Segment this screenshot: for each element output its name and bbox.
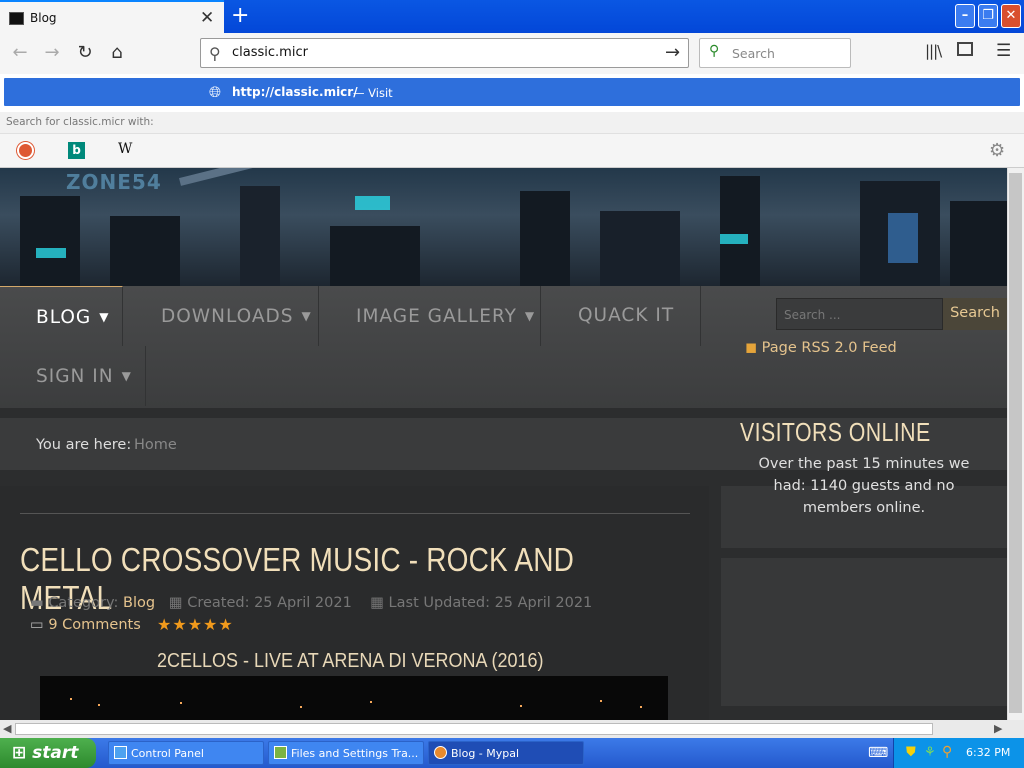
mypal-icon (434, 746, 447, 759)
breadcrumb-label: You are here: (36, 437, 132, 453)
article-meta: ▬ Category: Blog ▦ Created: 25 April 202… (30, 595, 592, 611)
suggestion-action: — Visit (353, 86, 393, 100)
new-tab-icon[interactable]: + (231, 3, 249, 29)
window-maximize-button[interactable]: ❐ (978, 4, 998, 28)
search-bar[interactable]: ⚲ Search (699, 38, 851, 68)
home-icon[interactable]: ⌂ (103, 39, 131, 67)
one-off-search-engines: b W ⚙ (0, 134, 1024, 168)
site-search-input[interactable]: Search ... (776, 298, 943, 330)
taskbar-item-blog-mypal[interactable]: Blog - Mypal (428, 741, 584, 765)
forward-icon[interactable]: → (38, 39, 66, 67)
search-placeholder: Search (732, 46, 775, 61)
menu-item-downloads[interactable]: DOWNLOADS ▼ (123, 286, 319, 346)
calendar-icon: ▦ (370, 595, 384, 611)
site-banner-image: ZONE54 (0, 168, 1007, 286)
menu-item-sign-in[interactable]: SIGN IN ▼ (0, 346, 146, 406)
breadcrumb-home-link[interactable]: Home (134, 437, 177, 453)
shield-icon[interactable]: ⛊ (906, 745, 916, 760)
bing-icon[interactable]: b (68, 142, 85, 159)
back-icon[interactable]: ← (6, 39, 34, 67)
tab-title: Blog (30, 11, 57, 25)
rss-icon: ◼ (745, 340, 758, 356)
windows-logo-icon: ⊞ (12, 743, 27, 763)
wikipedia-icon[interactable]: W (118, 141, 132, 157)
rss-feed-link[interactable]: ◼ Page RSS 2.0 Feed (745, 340, 897, 356)
rating-stars[interactable]: ★★★★★ (157, 615, 234, 634)
article-panel: CELLO CROSSOVER MUSIC - ROCK AND METAL ▬… (0, 486, 709, 720)
article-subtitle: 2CELLOS - LIVE AT ARENA DI VERONA (2016) (157, 650, 544, 672)
suggestion-url: http://classic.micr/ (232, 85, 358, 99)
vertical-scroll-thumb[interactable] (1009, 173, 1022, 713)
reload-icon[interactable]: ↻ (71, 39, 99, 67)
created-date: Created: 25 April 2021 (187, 595, 352, 611)
url-suggestion-row[interactable]: 🌐︎ http://classic.micr/ — Visit (4, 78, 1020, 106)
comment-icon: ▭ (30, 617, 44, 633)
calendar-icon: ▦ (168, 595, 183, 611)
files-transfer-icon (274, 746, 287, 759)
tab-close-icon[interactable]: ✕ (200, 8, 214, 28)
comments-link[interactable]: ▭ 9 Comments (30, 617, 141, 633)
divider (20, 513, 690, 514)
caret-down-icon: ▼ (99, 310, 110, 324)
library-icon[interactable]: |||\ (925, 42, 942, 60)
menu-item-quack-it[interactable]: QUACK IT (541, 286, 701, 346)
tab-favicon-icon (9, 12, 24, 25)
updated-date: Last Updated: 25 April 2021 (388, 595, 593, 611)
keyboard-icon[interactable]: ⌨ (868, 745, 888, 761)
search-for-row: Search for classic.micr with: (0, 112, 1024, 134)
tab-blog[interactable]: Blog ✕ (0, 0, 224, 33)
menu-item-image-gallery[interactable]: IMAGE GALLERY ▼ (319, 286, 541, 346)
scroll-left-icon[interactable]: ◀ (3, 722, 11, 735)
visitors-text: Over the past 15 minutes we had: 1140 gu… (758, 456, 970, 516)
go-arrow-icon[interactable]: → (665, 42, 680, 63)
search-settings-gear-icon[interactable]: ⚙ (989, 140, 1005, 161)
category-label: Category: (48, 595, 119, 611)
folder-icon: ▬ (30, 595, 44, 611)
search-engine-icon: ⚲ (709, 43, 720, 59)
control-panel-icon (114, 746, 127, 759)
caret-down-icon: ▼ (121, 369, 132, 383)
category-link[interactable]: Blog (123, 595, 155, 611)
search-tray-icon[interactable]: ⚲ (942, 744, 952, 760)
visitors-title: VISITORS ONLINE (740, 417, 931, 447)
caret-down-icon: ▼ (524, 309, 536, 323)
globe-icon: 🌐︎ (209, 83, 222, 101)
scroll-right-icon[interactable]: ▶ (994, 722, 1002, 735)
duckduckgo-icon[interactable] (17, 142, 34, 159)
address-input[interactable]: classic.micr (232, 45, 308, 60)
menu-item-blog[interactable]: BLOG ▼ (0, 286, 123, 346)
sidebar-icon[interactable] (957, 42, 973, 56)
window-close-button[interactable]: ✕ (1001, 4, 1021, 28)
start-button[interactable]: ⊞ start (0, 738, 96, 768)
horizontal-scroll-thumb[interactable] (15, 723, 933, 735)
video-embed[interactable] (40, 676, 668, 720)
site-logo[interactable]: ZONE54 (66, 170, 162, 194)
clock: 6:32 PM (966, 746, 1011, 759)
visitors-module (721, 558, 1007, 706)
site-search-button[interactable]: Search (943, 298, 1007, 330)
search-icon: ⚲ (209, 44, 221, 63)
network-icon[interactable]: ⚘ (924, 745, 936, 760)
search-for-label: Search for classic.micr with: (6, 116, 154, 128)
menu-icon[interactable]: ☰ (996, 41, 1011, 61)
taskbar-item-control-panel[interactable]: Control Panel (108, 741, 264, 765)
address-bar[interactable]: ⚲ classic.micr → (200, 38, 689, 68)
caret-down-icon: ▼ (301, 309, 312, 323)
navigation-toolbar: ← → ↻ ⌂ ⚲ classic.micr → ⚲ Search |||\ ☰ (0, 33, 1024, 74)
window-minimize-button[interactable]: – (955, 4, 975, 28)
taskbar-item-files-settings[interactable]: Files and Settings Tra... (268, 741, 424, 765)
